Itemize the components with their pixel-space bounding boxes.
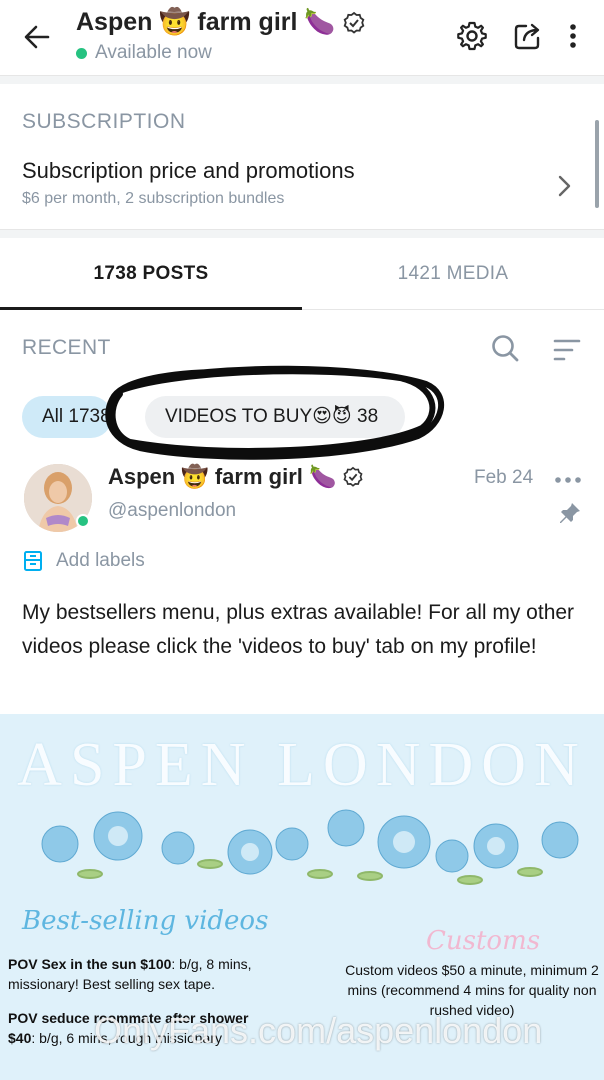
post-author[interactable]: Aspen 🤠 farm girl 🍆 (108, 464, 364, 490)
recent-heading: RECENT (22, 336, 111, 359)
subscription-heading: SUBSCRIPTION (22, 110, 186, 133)
subscription-title: Subscription price and promotions (22, 158, 355, 183)
post-author-name: Aspen 🤠 farm girl 🍆 (108, 464, 337, 489)
add-labels-button[interactable]: Add labels (22, 550, 145, 572)
divider (0, 230, 604, 238)
divider (0, 76, 604, 84)
watermark: OnlyFans.com/aspenlondon (94, 1010, 543, 1051)
profile-header: Aspen 🤠 farm girl 🍆 Available now (0, 0, 604, 76)
chevron-right-icon (558, 175, 571, 197)
share-icon[interactable] (512, 20, 544, 52)
subscription-row[interactable]: Subscription price and promotions $6 per… (0, 154, 604, 214)
label-icon (24, 551, 42, 571)
subscription-detail: $6 per month, 2 subscription bundles (22, 190, 285, 207)
tab-posts[interactable]: 1738 POSTS (0, 238, 302, 310)
post-body-text: My bestsellers menu, plus extras availab… (22, 601, 575, 658)
back-arrow-icon[interactable] (22, 22, 52, 52)
profile-title: Aspen 🤠 farm girl 🍆 (76, 8, 366, 37)
status-text: Available now (95, 42, 212, 63)
filter-chips: All 1738 VIDEOS TO BUY😍😈 38 (0, 396, 604, 440)
subscription-section: SUBSCRIPTION Subscription price and prom… (0, 84, 604, 230)
chip-all[interactable]: All 1738 (22, 396, 112, 438)
post-date: Feb 24 (474, 467, 534, 488)
post-handle[interactable]: @aspenlondon (108, 500, 236, 522)
gear-icon[interactable] (456, 20, 488, 52)
post-media-image[interactable]: ASPEN LONDON Best-selling videos Customs… (0, 714, 604, 1080)
content-tabs: 1738 POSTS 1421 MEDIA (0, 238, 604, 310)
more-horizontal-icon[interactable] (553, 470, 583, 490)
scrollbar[interactable] (595, 120, 599, 208)
add-labels-text: Add labels (56, 550, 145, 571)
verified-icon (343, 11, 364, 34)
verified-icon (343, 466, 363, 487)
more-vertical-icon[interactable] (560, 20, 586, 52)
search-icon[interactable] (490, 333, 520, 363)
menu-item: POV Sex in the sun $100: b/g, 8 mins, mi… (8, 956, 252, 992)
customs-heading: Customs (426, 926, 541, 956)
active-tab-indicator (0, 307, 302, 310)
profile-name: Aspen 🤠 farm girl 🍆 (76, 8, 336, 36)
pin-icon (560, 503, 580, 523)
tab-media[interactable]: 1421 MEDIA (302, 238, 604, 310)
online-indicator-icon (76, 514, 90, 528)
best-selling-heading: Best-selling videos (22, 906, 269, 936)
online-status: Available now (76, 42, 212, 64)
chip-videos-to-buy[interactable]: VIDEOS TO BUY😍😈 38 (145, 396, 405, 438)
sort-icon[interactable] (552, 336, 582, 364)
flower-border-decoration (41, 809, 579, 885)
online-dot-icon (76, 47, 87, 59)
